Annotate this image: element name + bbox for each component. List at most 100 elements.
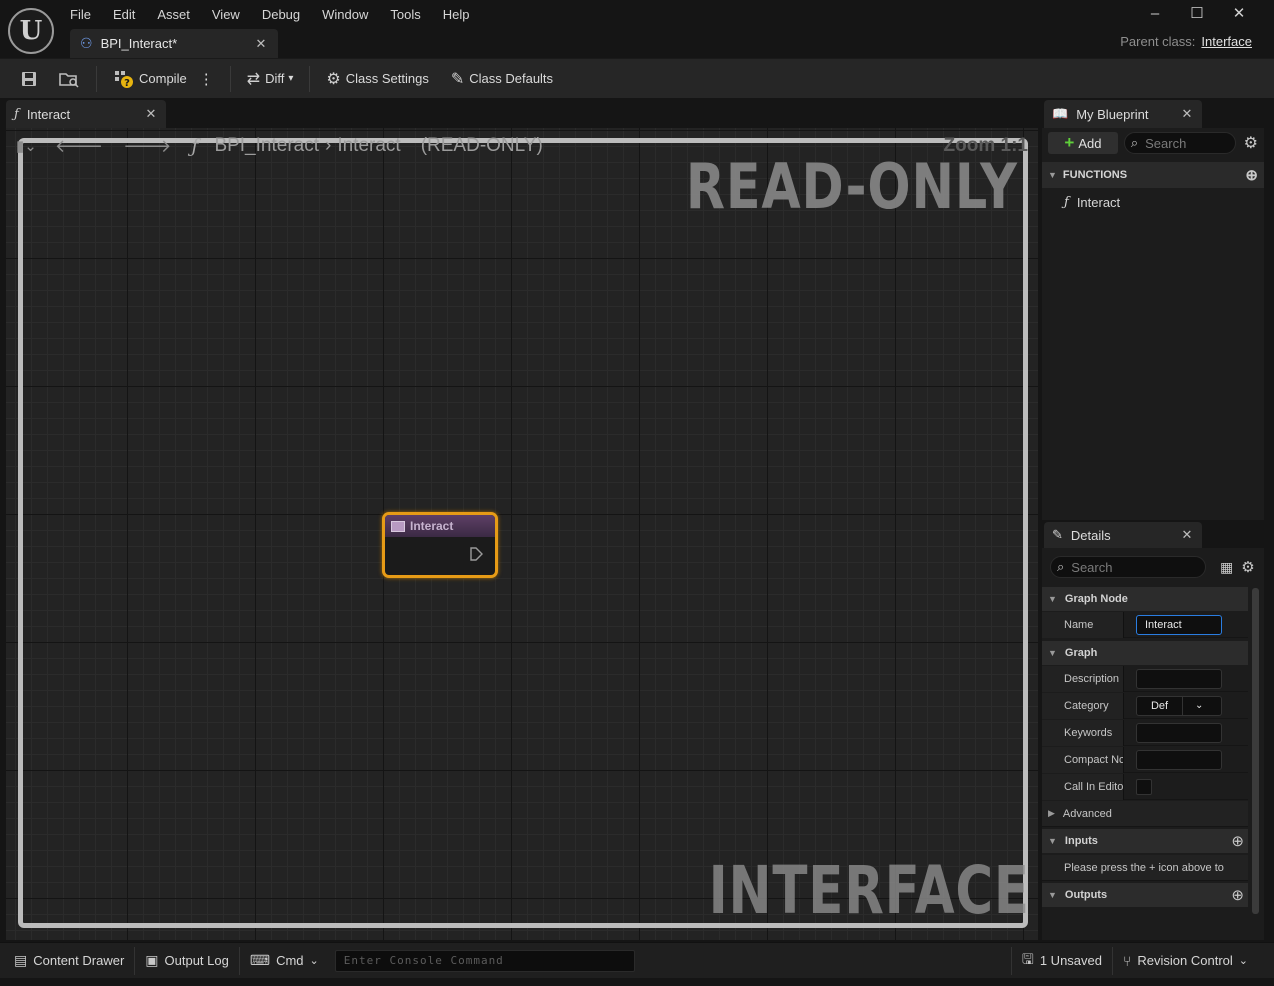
add-output-icon[interactable]: ⊕ [1231, 886, 1244, 904]
maximize-button[interactable]: ☐ [1176, 4, 1218, 22]
search-icon: ⌕ [1057, 559, 1065, 574]
outputs-section[interactable]: ▼ Outputs ⊕ [1042, 883, 1248, 907]
menu-asset[interactable]: Asset [157, 7, 190, 22]
breadcrumb-function[interactable]: Interact [337, 135, 400, 157]
property-label: Call In Edito [1042, 773, 1124, 800]
output-log-label: Output Log [164, 953, 229, 968]
parent-class-info: Parent class: Interface [1120, 34, 1252, 49]
save-button[interactable] [14, 70, 44, 88]
svg-text:?: ? [124, 78, 130, 89]
my-blueprint-header: + Add ⌕ Search ⚙ [1042, 128, 1264, 158]
compile-options-icon[interactable]: ⋮ [193, 70, 220, 88]
toolbar-separator [229, 65, 231, 92]
my-blueprint-search-input[interactable]: ⌕ Search [1123, 132, 1236, 154]
property-label: Category [1042, 692, 1124, 719]
compact-node-title-field[interactable] [1136, 749, 1222, 770]
compile-label: Compile [139, 71, 187, 86]
exec-pin-icon[interactable] [469, 547, 483, 561]
collapse-arrow-icon: ▼ [1048, 648, 1057, 658]
menu-tools[interactable]: Tools [390, 7, 420, 22]
function-icon: ƒ [1064, 194, 1069, 210]
category-combobox[interactable]: Def ⌄ [1136, 695, 1222, 716]
menu-edit[interactable]: Edit [113, 7, 135, 22]
compile-button[interactable]: ? Compile [107, 69, 193, 89]
call-in-editor-checkbox[interactable] [1136, 778, 1152, 795]
add-input-icon[interactable]: ⊕ [1231, 832, 1244, 850]
details-tab[interactable]: ✎ Details ✕ [1044, 522, 1202, 548]
parent-class-label: Parent class: [1120, 34, 1196, 49]
breadcrumb: ▮⌄ 🡐 🡒 ƒ BPI_Interact › Interact (READ-O… [16, 133, 543, 159]
toolbar-separator [96, 65, 97, 92]
unreal-logo-icon[interactable]: U [8, 8, 54, 54]
chevron-down-icon: ▾ [288, 73, 294, 84]
plus-icon: + [1064, 133, 1075, 152]
inputs-section[interactable]: ▼ Inputs ⊕ [1042, 829, 1248, 853]
gear-icon[interactable]: ⚙ [1244, 133, 1258, 153]
advanced-row[interactable]: ▶ Advanced [1042, 801, 1248, 827]
menu-help[interactable]: Help [443, 7, 470, 22]
diff-label: Diff [265, 71, 285, 86]
content-drawer-button[interactable]: ▤ Content Drawer [4, 943, 134, 979]
gear-icon[interactable]: ⚙ [1241, 558, 1254, 576]
name-field[interactable]: Interact [1136, 614, 1222, 635]
revision-control-button[interactable]: ⑂ Revision Control ⌄ [1113, 943, 1258, 979]
close-icon[interactable]: ✕ [1180, 527, 1194, 543]
document-tab[interactable]: ⚇ BPI_Interact* ✕ [70, 29, 278, 58]
add-label: Add [1078, 135, 1102, 151]
section-label: Inputs [1064, 835, 1098, 847]
browse-folder-icon [59, 72, 79, 88]
inputs-hint-row: Please press the + icon above to [1042, 855, 1248, 881]
cmd-label: Cmd [276, 953, 304, 968]
console-command-input[interactable]: Enter Console Command [334, 949, 635, 972]
close-icon[interactable]: ✕ [254, 36, 268, 52]
keywords-field[interactable] [1136, 722, 1222, 743]
menu-view[interactable]: View [212, 7, 240, 22]
diff-button[interactable]: ⇄ Diff ▾ [241, 69, 300, 89]
unsaved-icon: 🖫 [1021, 950, 1034, 967]
details-scrollbar[interactable] [1252, 588, 1259, 914]
bookmark-icon[interactable]: ▮⌄ [16, 137, 37, 155]
breadcrumb-asset[interactable]: BPI_Interact [214, 135, 319, 157]
read-only-frame [18, 138, 1028, 928]
menu-file[interactable]: File [70, 7, 91, 22]
details-search-input[interactable]: ⌕ Search [1050, 556, 1206, 578]
my-blueprint-tab[interactable]: 📖 My Blueprint ✕ [1044, 100, 1202, 128]
cmd-dropdown[interactable]: ⌨ Cmd ⌄ [240, 943, 329, 979]
status-bar: ▤ Content Drawer ▣ Output Log ⌨ Cmd ⌄ En… [0, 942, 1274, 978]
close-icon[interactable]: ✕ [1180, 106, 1194, 122]
category-property-row: Category Def ⌄ [1042, 692, 1248, 719]
parent-class-link[interactable]: Interface [1201, 34, 1252, 49]
forward-arrow-icon[interactable]: 🡒 [123, 136, 171, 157]
graph-canvas[interactable]: ▮⌄ 🡐 🡒 ƒ BPI_Interact › Interact (READ-O… [6, 128, 1038, 940]
table-view-icon[interactable]: ▦ [1220, 559, 1233, 576]
back-arrow-icon[interactable]: 🡐 [55, 136, 103, 157]
function-entry-node[interactable]: Interact [382, 512, 498, 578]
section-label: Graph [1064, 647, 1098, 659]
node-header: Interact [385, 515, 495, 537]
toolbar-separator [309, 65, 311, 92]
close-window-button[interactable]: ✕ [1218, 4, 1260, 22]
add-button[interactable]: + Add [1048, 132, 1118, 154]
browse-button[interactable] [52, 70, 86, 88]
graph-section[interactable]: ▼ Graph [1042, 641, 1248, 665]
class-settings-button[interactable]: ⚙ Class Settings [320, 69, 434, 89]
function-list-item[interactable]: ƒ Interact [1064, 192, 1120, 212]
functions-section-header[interactable]: ▼ FUNCTIONS ⊕ [1042, 162, 1264, 188]
graph-tab[interactable]: ƒ Interact ✕ [6, 100, 166, 128]
add-function-icon[interactable]: ⊕ [1245, 166, 1258, 184]
read-only-watermark: READ-ONLY [686, 150, 1018, 223]
close-icon[interactable]: ✕ [144, 106, 158, 122]
title-bar: U File Edit Asset View Debug Window Tool… [0, 0, 1274, 58]
graph-node-section[interactable]: ▼ Graph Node [1042, 587, 1248, 611]
class-defaults-button[interactable]: ✎ Class Defaults [445, 69, 559, 89]
function-icon: ƒ [14, 106, 19, 122]
details-tab-bar: ✎ Details ✕ [1042, 522, 1274, 548]
description-field[interactable] [1136, 668, 1222, 689]
description-property-row: Description [1042, 665, 1248, 692]
output-log-button[interactable]: ▣ Output Log [135, 943, 239, 979]
menu-debug[interactable]: Debug [262, 7, 300, 22]
unsaved-button[interactable]: 🖫 1 Unsaved [1012, 943, 1112, 979]
menu-window[interactable]: Window [322, 7, 368, 22]
property-label: Description [1042, 665, 1124, 692]
minimize-button[interactable]: – [1134, 5, 1176, 22]
